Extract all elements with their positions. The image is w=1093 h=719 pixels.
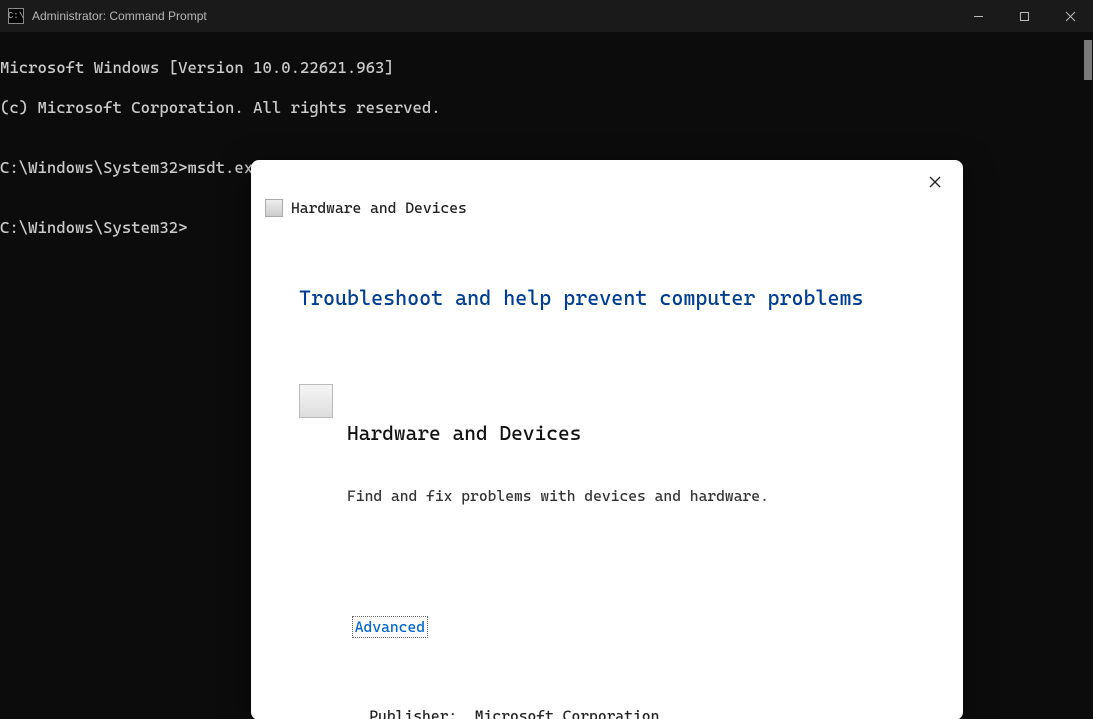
dialog-close-button[interactable] bbox=[921, 168, 949, 196]
troubleshooter-item: Hardware and Devices Find and fix proble… bbox=[299, 382, 915, 546]
dialog-header-title: Hardware and Devices bbox=[291, 198, 467, 218]
cmd-icon: C:\ bbox=[8, 8, 24, 24]
window-controls bbox=[955, 0, 1093, 32]
troubleshooter-title: Hardware and Devices bbox=[347, 422, 769, 444]
troubleshooter-dialog: Hardware and Devices Troubleshoot and he… bbox=[251, 160, 963, 719]
dialog-body: Troubleshoot and help prevent computer p… bbox=[251, 228, 963, 596]
terminal-area[interactable]: Microsoft Windows [Version 10.0.22621.96… bbox=[0, 32, 1093, 719]
advanced-link[interactable]: Advanced bbox=[352, 616, 428, 638]
window-titlebar: C:\ Administrator: Command Prompt bbox=[0, 0, 1093, 32]
minimize-button[interactable] bbox=[955, 0, 1001, 32]
troubleshooter-subtitle: Find and fix problems with devices and h… bbox=[347, 486, 769, 506]
terminal-line: (c) Microsoft Corporation. All rights re… bbox=[0, 98, 1093, 118]
dialog-lower: Advanced Publisher: Microsoft Corporatio… bbox=[251, 596, 963, 719]
dialog-top bbox=[251, 160, 963, 198]
device-icon bbox=[299, 384, 333, 418]
publisher-label: Publisher: bbox=[369, 707, 457, 719]
window-title: Administrator: Command Prompt bbox=[32, 9, 207, 23]
troubleshooter-text: Hardware and Devices Find and fix proble… bbox=[347, 382, 769, 546]
scrollbar-thumb[interactable] bbox=[1084, 40, 1092, 80]
maximize-button[interactable] bbox=[1001, 0, 1047, 32]
dialog-heading: Troubleshoot and help prevent computer p… bbox=[299, 288, 915, 308]
close-window-button[interactable] bbox=[1047, 0, 1093, 32]
publisher-value: Microsoft Corporation bbox=[475, 707, 660, 719]
publisher-line: Publisher: Microsoft Corporation bbox=[299, 686, 915, 719]
dialog-header: Hardware and Devices bbox=[251, 198, 963, 228]
terminal-line: Microsoft Windows [Version 10.0.22621.96… bbox=[0, 58, 1093, 78]
